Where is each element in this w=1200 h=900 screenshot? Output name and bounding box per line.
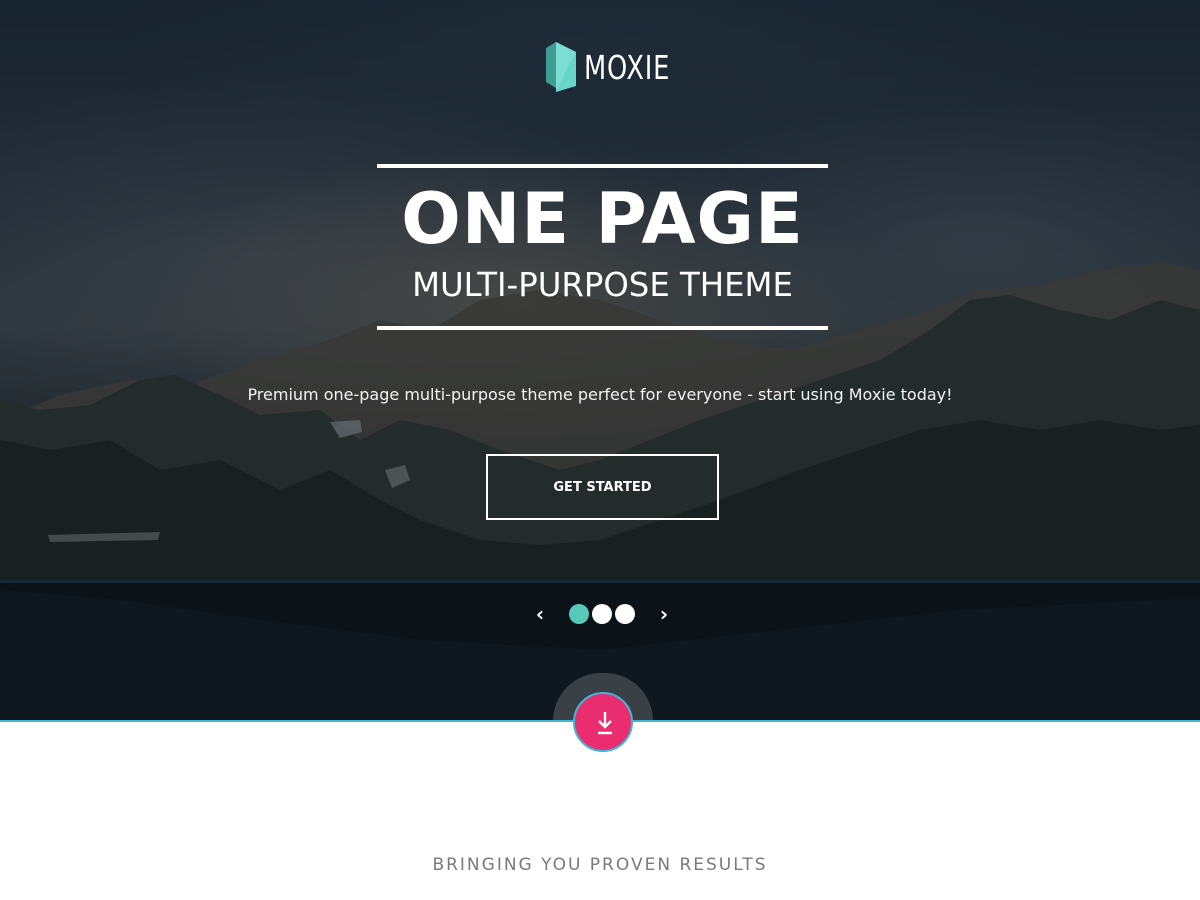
download-arrow-icon xyxy=(598,712,612,735)
slider-dot-3[interactable] xyxy=(615,604,635,624)
hero-title-block: ONE PAGE MULTI-PURPOSE THEME xyxy=(377,164,828,331)
hexagon-prism-logo-icon xyxy=(546,42,576,92)
hero-tagline: Premium one-page multi-purpose theme per… xyxy=(247,385,953,404)
chevron-left-icon[interactable]: ‹ xyxy=(530,603,550,625)
title-bottom-rule xyxy=(377,326,828,330)
slider-dot-1-active[interactable] xyxy=(569,604,589,624)
section-heading: BRINGING YOU PROVEN RESULTS xyxy=(432,855,768,875)
slider-dot-2[interactable] xyxy=(592,604,612,624)
hero-section: MOXIE ONE PAGE MULTI-PURPOSE THEME Premi… xyxy=(0,0,1200,721)
brand-name: MOXIE xyxy=(584,47,671,87)
scroll-down-button[interactable] xyxy=(573,692,633,752)
chevron-right-icon[interactable]: › xyxy=(654,603,674,625)
title-top-rule xyxy=(377,164,828,168)
brand-logo[interactable]: MOXIE xyxy=(544,40,695,94)
slider-navigation: ‹ › xyxy=(530,601,674,627)
hero-subtitle: MULTI-PURPOSE THEME xyxy=(412,265,793,304)
get-started-button[interactable]: GET STARTED xyxy=(486,454,719,520)
hero-title: ONE PAGE xyxy=(401,178,804,260)
